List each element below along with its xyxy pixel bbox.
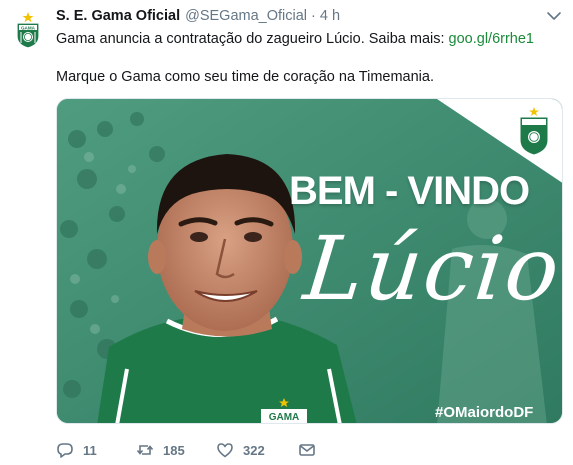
author-handle[interactable]: @SEGama_Oficial bbox=[185, 8, 307, 24]
jersey-crest-text: GAMA bbox=[269, 412, 300, 423]
envelope-icon bbox=[299, 444, 315, 456]
heart-icon bbox=[217, 443, 233, 458]
separator: · bbox=[311, 8, 316, 24]
tweet-link[interactable]: goo.gl/6rrhe1 bbox=[449, 31, 534, 47]
headline: BEM - VINDO bbox=[289, 169, 530, 213]
like-count: 322 bbox=[243, 442, 265, 458]
media-image[interactable]: GAMA BEM - VINDO Lúcio #OMaiordoDF bbox=[56, 98, 563, 424]
retweet-count: 185 bbox=[163, 442, 185, 458]
retweet-button[interactable]: 185 bbox=[136, 440, 185, 460]
reply-icon bbox=[57, 443, 73, 458]
avatar[interactable]: GAMA bbox=[8, 10, 48, 50]
tweet-text: Gama anuncia a contratação do zagueiro L… bbox=[56, 30, 561, 87]
retweet-icon bbox=[136, 445, 154, 455]
tweet[interactable]: GAMA S. E. Gama Oficial @SEGama_Oficial … bbox=[0, 0, 573, 465]
timestamp[interactable]: 4 h bbox=[320, 8, 340, 24]
crest-text: GAMA bbox=[21, 25, 36, 30]
tweet-header: S. E. Gama Oficial @SEGama_Oficial · 4 h bbox=[56, 8, 340, 28]
author-name[interactable]: S. E. Gama Oficial bbox=[56, 8, 180, 24]
like-button[interactable]: 322 bbox=[216, 440, 265, 460]
player-name: Lúcio bbox=[299, 217, 563, 320]
direct-message-button[interactable] bbox=[298, 440, 316, 460]
tweet-text-line-2: Marque o Gama como seu time de coração n… bbox=[56, 69, 434, 85]
tweet-text-line-1: Gama anuncia a contratação do zagueiro L… bbox=[56, 31, 449, 47]
hashtag: #OMaiordoDF bbox=[435, 404, 534, 421]
reply-count: 11 bbox=[83, 442, 97, 458]
chevron-down-icon[interactable] bbox=[546, 10, 562, 24]
reply-button[interactable]: 11 bbox=[56, 440, 97, 460]
gama-crest-icon: GAMA bbox=[16, 12, 40, 49]
